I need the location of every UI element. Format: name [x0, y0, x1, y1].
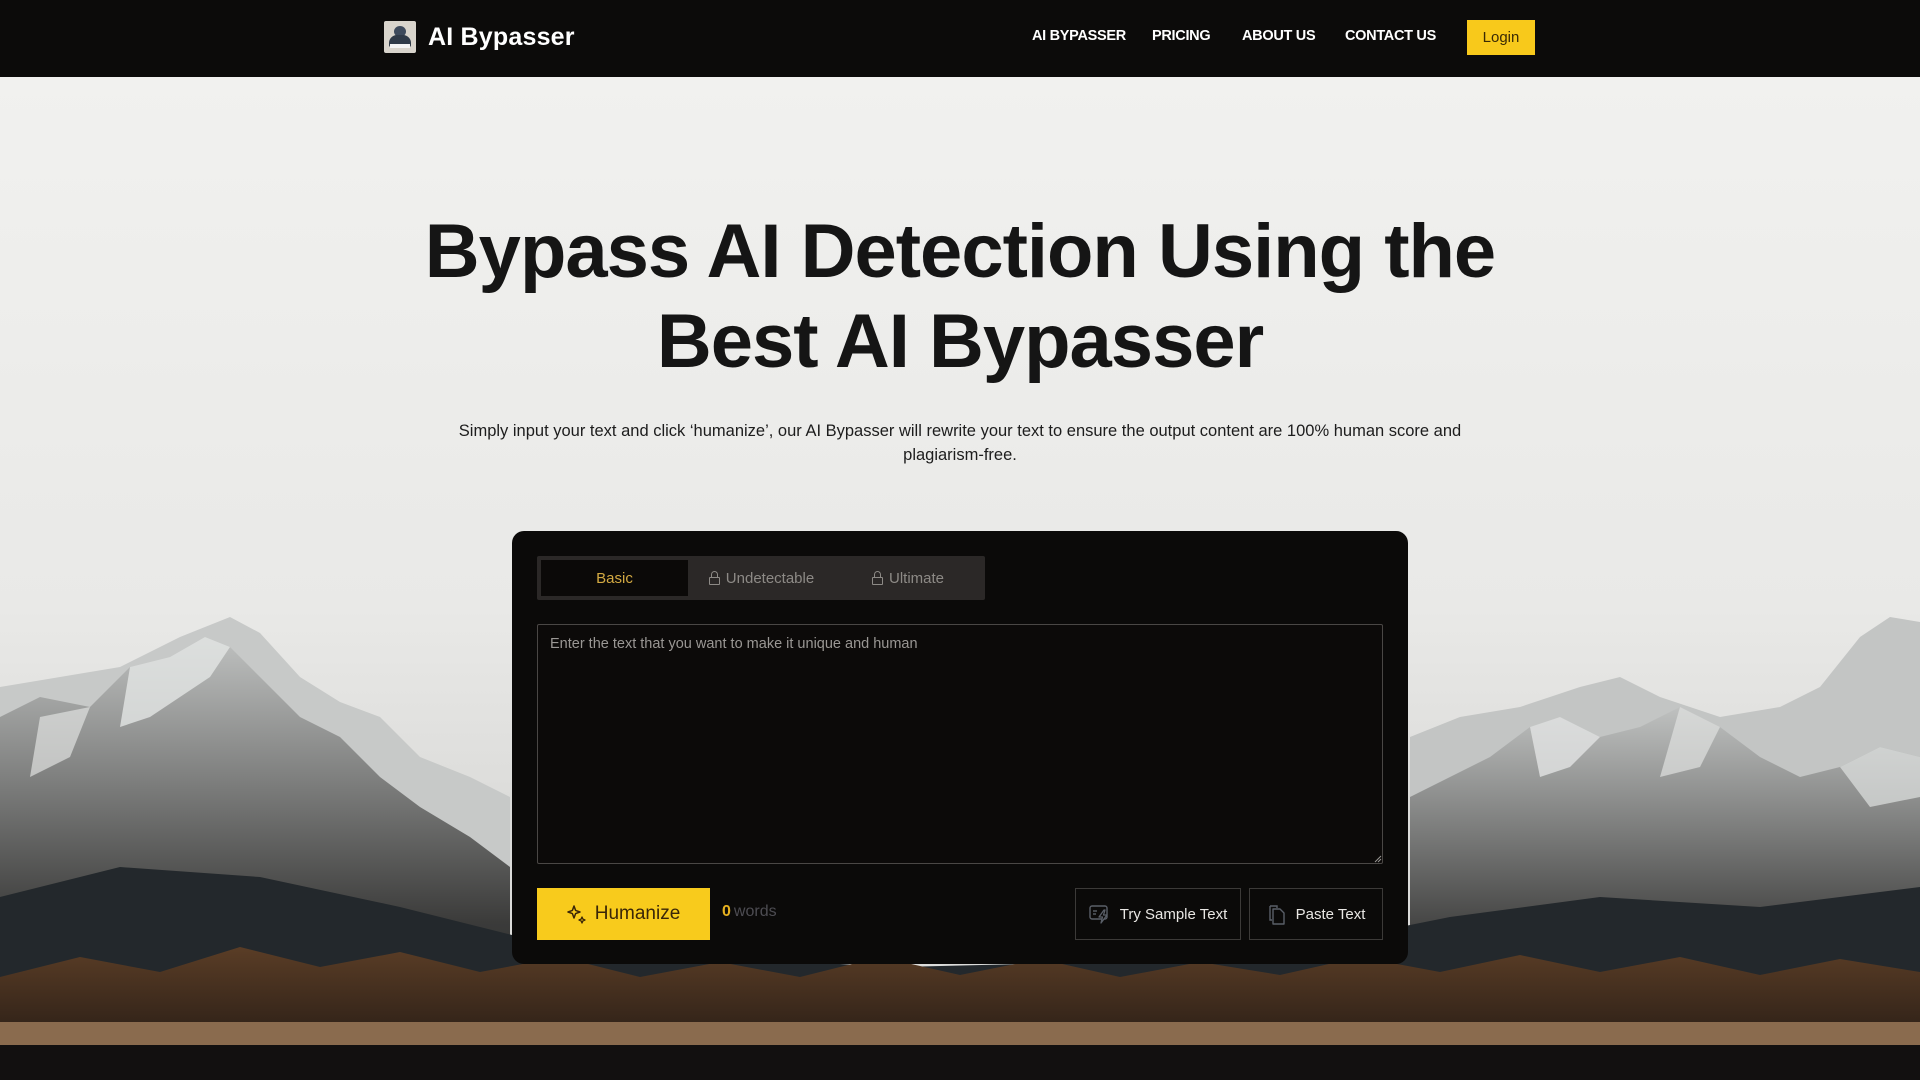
word-count-value: 0 — [722, 903, 731, 920]
try-sample-text-label: Try Sample Text — [1119, 905, 1228, 923]
lock-icon — [708, 571, 720, 585]
tab-basic[interactable]: Basic — [541, 560, 688, 596]
word-count: 0 words — [722, 903, 777, 921]
nav-ai-bypasser[interactable]: AI BYPASSER — [1032, 28, 1126, 44]
tab-ultimate-label: Ultimate — [888, 569, 944, 587]
nav-contact-us[interactable]: CONTACT US — [1345, 28, 1436, 44]
hero-title-line-1: Bypass AI Detection Using the — [424, 209, 1496, 294]
try-sample-text-button[interactable]: Try Sample Text — [1075, 888, 1241, 940]
hero-title-line-2: Best AI Bypasser — [656, 299, 1264, 384]
hero-subtitle: Simply input your text and click ‘humani… — [458, 422, 1462, 464]
hero-title: Bypass AI Detection Using the Best AI By… — [0, 207, 1920, 387]
nav-pricing[interactable]: PRICING — [1152, 28, 1211, 44]
word-count-label: words — [733, 903, 777, 920]
login-button[interactable]: Login — [1467, 20, 1535, 55]
main-nav: AI BYPASSER PRICING ABOUT US CONTACT US — [0, 28, 1920, 48]
humanize-label: Humanize — [594, 903, 681, 924]
sparkle-icon — [566, 905, 586, 924]
humanizer-card: Basic Undetectable Ultimate Humanize 0 w… — [512, 531, 1408, 964]
top-navbar: AI Bypasser AI BYPASSER PRICING ABOUT US… — [0, 0, 1920, 77]
paste-text-label: Paste Text — [1295, 905, 1366, 923]
paste-documents-icon — [1268, 905, 1285, 925]
humanize-button[interactable]: Humanize — [537, 888, 710, 940]
text-input[interactable] — [537, 624, 1383, 864]
footer-band — [0, 1045, 1920, 1080]
nav-about-us[interactable]: ABOUT US — [1242, 28, 1316, 44]
lock-icon — [871, 571, 883, 585]
paste-text-button[interactable]: Paste Text — [1249, 888, 1383, 940]
mode-tabs: Basic Undetectable Ultimate — [537, 556, 985, 600]
tab-basic-label: Basic — [596, 569, 633, 587]
sample-text-bolt-icon — [1089, 905, 1108, 924]
tab-ultimate[interactable]: Ultimate — [835, 560, 981, 596]
tab-undetectable[interactable]: Undetectable — [688, 560, 835, 596]
tab-undetectable-label: Undetectable — [725, 569, 815, 587]
